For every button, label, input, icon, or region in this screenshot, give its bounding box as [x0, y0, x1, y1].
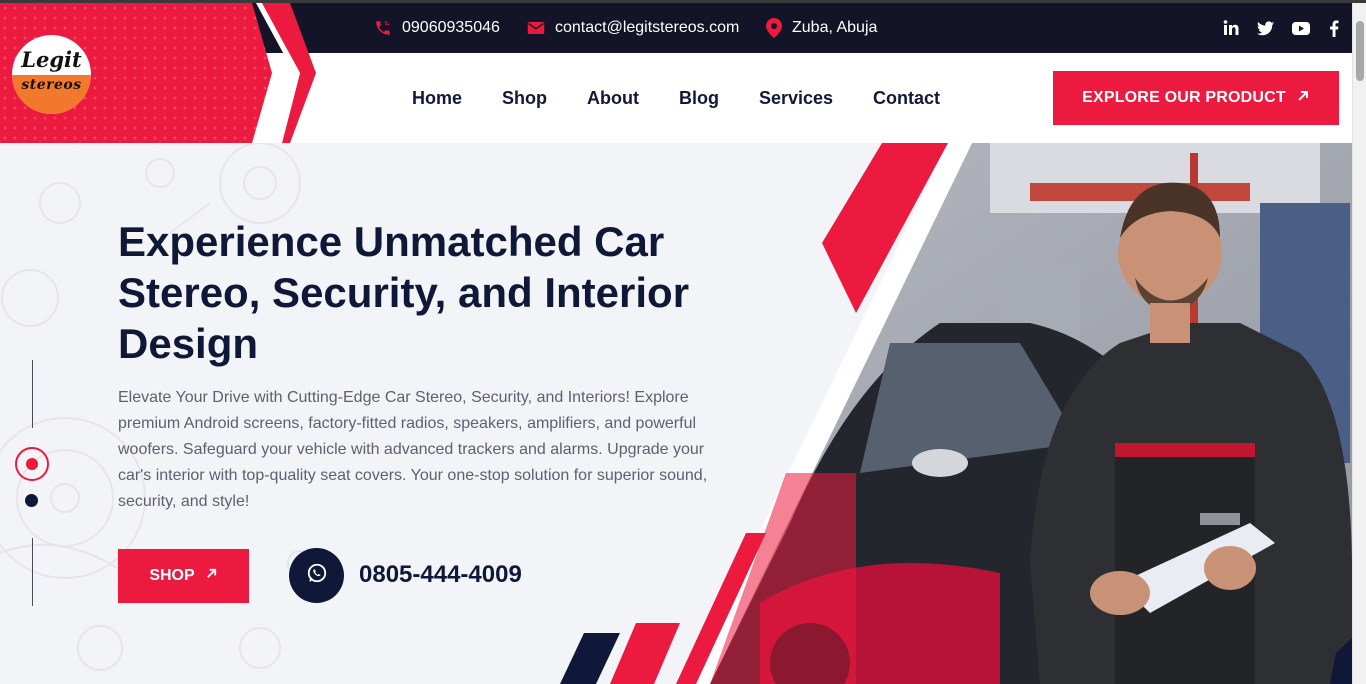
twitter-icon[interactable]	[1256, 19, 1274, 37]
page-scrollbar[interactable]	[1352, 3, 1366, 684]
topbar-phone-text: 09060935046	[402, 19, 500, 36]
topbar-phone[interactable]: 09060935046	[374, 3, 500, 53]
explore-product-label: EXPLORE OUR PRODUCT	[1082, 89, 1286, 106]
envelope-icon	[527, 20, 545, 36]
shop-button[interactable]: SHOP	[118, 549, 249, 603]
arrow-up-right-icon	[1296, 89, 1310, 108]
topbar-email-text: contact@legitstereos.com	[555, 19, 740, 36]
slider-dot-active[interactable]	[15, 447, 49, 481]
nav-services[interactable]: Services	[759, 88, 833, 109]
nav-home[interactable]: Home	[412, 88, 462, 109]
shop-button-label: SHOP	[149, 567, 195, 584]
hero-title: Experience Unmatched Car Stereo, Securit…	[118, 218, 690, 367]
slider-dot-2[interactable]	[25, 494, 38, 507]
whatsapp-button[interactable]	[289, 548, 344, 603]
topbar-location-text: Zuba, Abuja	[792, 19, 878, 36]
topbar-location: Zuba, Abuja	[766, 3, 877, 53]
arrow-up-right-icon	[205, 567, 218, 585]
explore-product-button[interactable]: EXPLORE OUR PRODUCT	[1053, 71, 1339, 125]
hero-phone-number[interactable]: 0805-444-4009	[359, 561, 522, 589]
whatsapp-icon	[306, 562, 328, 589]
logo-text-legit: Legit	[21, 47, 82, 72]
topbar-email[interactable]: contact@legitstereos.com	[527, 3, 739, 53]
nav-shop[interactable]: Shop	[502, 88, 547, 109]
phone-icon	[374, 19, 392, 37]
scrollbar-thumb[interactable]	[1356, 21, 1364, 81]
map-pin-icon	[766, 18, 782, 38]
logo-block[interactable]: Legit stereos	[0, 3, 320, 143]
slider-line-bottom	[32, 538, 33, 606]
youtube-icon[interactable]	[1292, 19, 1310, 37]
logo-text-stereos: stereos	[21, 77, 82, 93]
facebook-icon[interactable]	[1325, 19, 1343, 37]
nav-blog[interactable]: Blog	[679, 88, 719, 109]
hero-description: Elevate Your Drive with Cutting-Edge Car…	[118, 389, 708, 510]
logo: Legit stereos	[12, 35, 91, 114]
linkedin-icon[interactable]	[1222, 19, 1240, 37]
slider-line-top	[32, 360, 33, 428]
window-frame	[0, 0, 1366, 3]
nav-contact[interactable]: Contact	[873, 88, 940, 109]
nav-about[interactable]: About	[587, 88, 639, 109]
